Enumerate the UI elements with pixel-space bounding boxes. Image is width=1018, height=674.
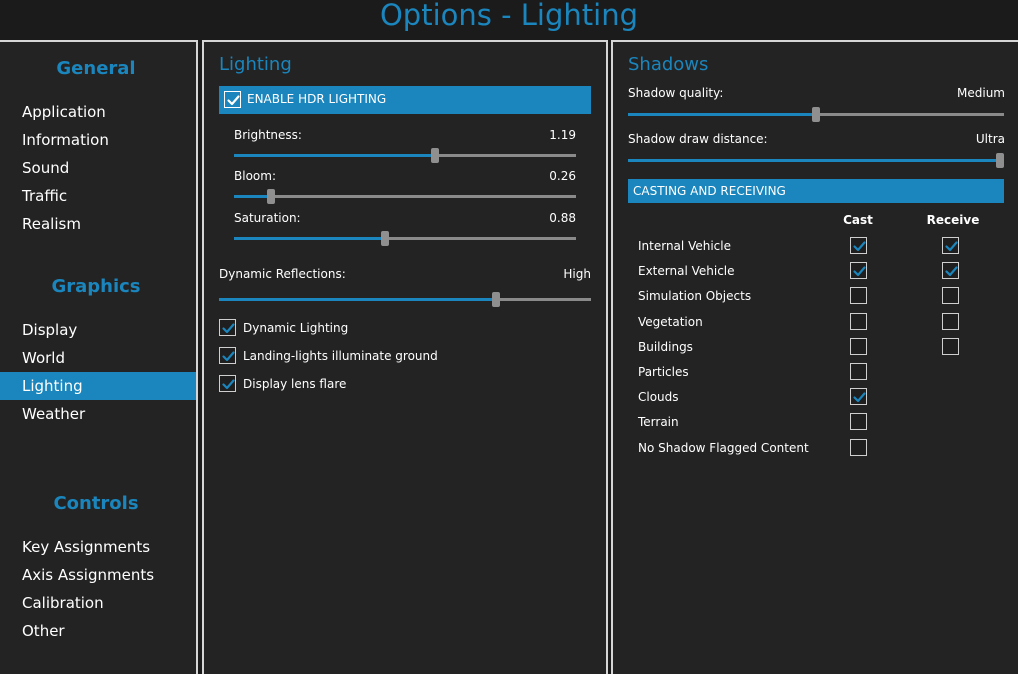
- row-external-vehicle-label: External Vehicle: [638, 264, 735, 279]
- sidebar-item-realism[interactable]: Realism: [0, 210, 196, 238]
- sidebar-item-axis-assignments[interactable]: Axis Assignments: [0, 561, 196, 589]
- cast-particles-checkbox[interactable]: [850, 363, 867, 380]
- brightness-label: Brightness:: [234, 128, 302, 142]
- display-lens-flare-checkbox[interactable]: [219, 375, 236, 392]
- reflections-slider-fill: [219, 298, 496, 301]
- row-clouds-label: Clouds: [638, 390, 679, 405]
- sidebar-item-world[interactable]: World: [0, 344, 196, 372]
- cast-terrain-checkbox[interactable]: [850, 413, 867, 431]
- row-simulation-objects-label: Simulation Objects: [638, 289, 752, 304]
- receive-internal-vehicle-checkbox[interactable]: [942, 237, 959, 254]
- section-heading-graphics: Graphics: [51, 276, 141, 297]
- sidebar-item-sound[interactable]: Sound: [0, 154, 196, 182]
- cast-vegetation-checkbox[interactable]: [850, 312, 867, 330]
- landing-lights-illuminate-ground-checkbox[interactable]: [219, 347, 236, 364]
- section-heading-general: General: [56, 58, 136, 79]
- cast-internal-vehicle-checkbox[interactable]: [850, 237, 867, 254]
- cast-external-vehicle-checkbox[interactable]: [850, 262, 867, 280]
- saturation-slider-fill: [234, 237, 385, 240]
- page-title: Options - Lighting: [379, 0, 638, 32]
- sidebar-item-information[interactable]: Information: [0, 126, 196, 154]
- checkmark-icon: [222, 351, 235, 362]
- lighting-panel: Lighting ENABLE HDR LIGHTING Brightness: 1.…: [202, 40, 608, 674]
- saturation-slider[interactable]: [234, 231, 576, 246]
- saturation-label: Saturation:: [234, 211, 301, 225]
- sidebar-item-other[interactable]: Other: [0, 617, 196, 645]
- reflections-value: High: [563, 267, 591, 281]
- cast-buildings-checkbox[interactable]: [850, 337, 867, 355]
- sidebar-item-traffic[interactable]: Traffic: [0, 182, 196, 210]
- lighting-heading: Lighting: [219, 54, 292, 75]
- sidebar-item-weather[interactable]: Weather: [0, 400, 196, 428]
- sidebar-item-calibration[interactable]: Calibration: [0, 589, 196, 617]
- row-internal-vehicle-label: Internal Vehicle: [638, 239, 731, 253]
- sidebar-item-display[interactable]: Display: [0, 316, 196, 344]
- receive-simulation-objects-checkbox[interactable]: [942, 287, 959, 305]
- receive-external-vehicle-checkbox[interactable]: [942, 262, 959, 280]
- bloom-label: Bloom:: [234, 169, 276, 183]
- brightness-slider-thumb[interactable]: [431, 148, 439, 163]
- cast-simulation-objects-checkbox[interactable]: [850, 287, 867, 305]
- dynamic-lighting-checkbox[interactable]: [219, 319, 236, 336]
- shadow-quality-slider-thumb[interactable]: [812, 107, 820, 122]
- display-lens-flare-label: Display lens flare: [243, 377, 347, 391]
- column-receive: Receive: [926, 213, 980, 227]
- reflections-label: Dynamic Reflections:: [219, 267, 346, 281]
- checkmark-icon: [853, 266, 866, 277]
- dynamic-lighting-label: Dynamic Lighting: [243, 321, 349, 335]
- shadow-quality-slider[interactable]: [628, 107, 1004, 122]
- row-vegetation-label: Vegetation: [638, 314, 703, 329]
- brightness-slider[interactable]: [234, 148, 576, 163]
- sidebar: General Application Information Sound Traffi…: [0, 40, 198, 674]
- reflections-slider[interactable]: [219, 292, 591, 307]
- checkmark-icon: [227, 95, 240, 106]
- shadow-quality-label: Shadow quality:: [628, 86, 724, 100]
- bloom-slider-fill: [234, 195, 271, 198]
- shadow-distance-label: Shadow draw distance:: [628, 132, 768, 146]
- shadow-quality-slider-fill: [628, 113, 816, 116]
- sidebar-item-key-assignments[interactable]: Key Assignments: [0, 533, 196, 561]
- section-heading-controls: Controls: [53, 493, 139, 514]
- casting-receiving-label: CASTING AND RECEIVING: [633, 184, 786, 198]
- options-window: Options - Lighting General Application Inf…: [0, 0, 1018, 674]
- hdr-lighting-toggle[interactable]: ENABLE HDR LIGHTING: [219, 86, 591, 114]
- landing-lights-illuminate-ground-label: Landing-lights illuminate ground: [243, 349, 438, 363]
- bloom-value: 0.26: [549, 169, 576, 183]
- shadow-distance-slider-thumb[interactable]: [996, 153, 1004, 168]
- shadow-distance-slider[interactable]: [628, 153, 1004, 168]
- sidebar-item-lighting[interactable]: Lighting: [0, 372, 196, 400]
- receive-vegetation-checkbox[interactable]: [942, 312, 959, 330]
- checkmark-icon: [853, 392, 866, 403]
- shadow-quality-value: Medium: [957, 86, 1005, 100]
- casting-receiving-header: CASTING AND RECEIVING: [628, 179, 1004, 203]
- sidebar-item-application[interactable]: Application: [0, 98, 196, 126]
- checkmark-icon: [222, 379, 235, 390]
- receive-buildings-checkbox[interactable]: [942, 337, 959, 355]
- row-buildings-label: Buildings: [638, 339, 693, 354]
- cast-no-shadow-flagged-content-checkbox[interactable]: [850, 438, 867, 456]
- shadow-distance-slider-fill: [628, 159, 1000, 162]
- shadow-distance-value: Ultra: [975, 132, 1005, 146]
- row-particles-label: Particles: [638, 365, 689, 379]
- hdr-label: ENABLE HDR LIGHTING: [247, 92, 387, 106]
- reflections-slider-thumb[interactable]: [492, 292, 500, 307]
- shadows-heading: Shadows: [628, 54, 709, 75]
- cast-clouds-checkbox[interactable]: [850, 388, 867, 406]
- brightness-value: 1.19: [549, 128, 576, 142]
- bloom-slider-thumb[interactable]: [267, 189, 275, 204]
- bloom-slider[interactable]: [234, 189, 576, 204]
- checkmark-icon: [222, 323, 235, 334]
- row-terrain-label: Terrain: [638, 415, 679, 430]
- row-no-shadow-flagged-content-label: No Shadow Flagged Content: [638, 440, 809, 455]
- checkmark-icon: [945, 241, 958, 252]
- shadows-panel: Shadows Shadow quality: Medium Shadow draw …: [611, 40, 1018, 674]
- hdr-checkbox[interactable]: [224, 91, 241, 108]
- checkmark-icon: [945, 266, 958, 277]
- saturation-slider-thumb[interactable]: [381, 231, 389, 246]
- brightness-slider-fill: [234, 154, 435, 157]
- column-cast: Cast: [843, 213, 873, 227]
- checkmark-icon: [853, 241, 866, 252]
- saturation-value: 0.88: [549, 211, 576, 225]
